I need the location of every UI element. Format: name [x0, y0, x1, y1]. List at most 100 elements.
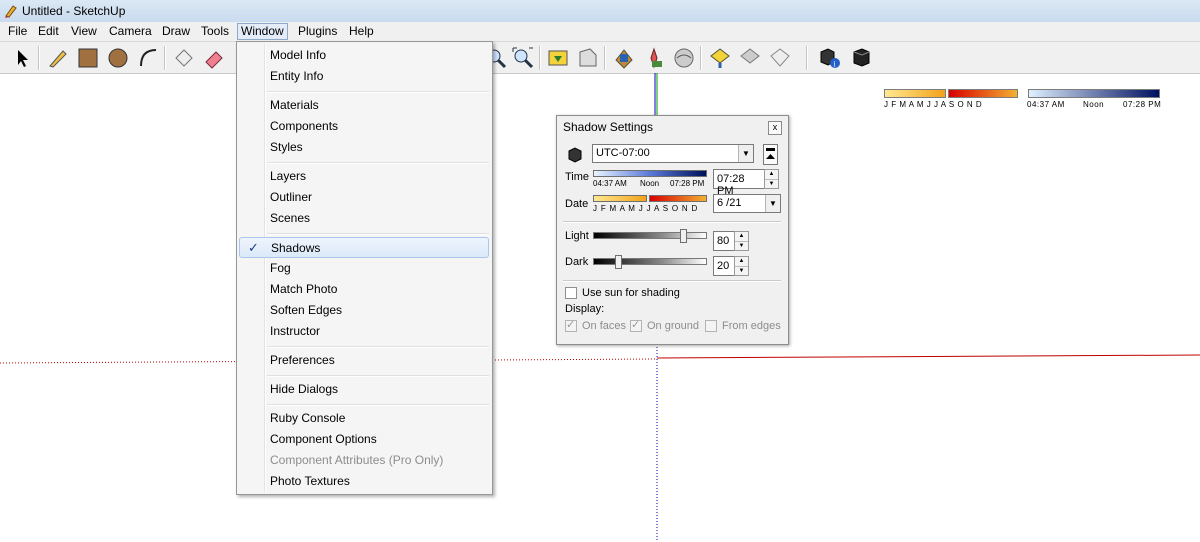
place-model-icon[interactable]: [642, 46, 666, 70]
menu-plugins[interactable]: Plugins: [296, 24, 339, 38]
menu-item-instructor[interactable]: Instructor: [239, 321, 489, 341]
toolbar-separator: [38, 46, 40, 70]
arc-icon[interactable]: [136, 46, 160, 70]
time-slider[interactable]: [593, 170, 707, 177]
menu-item-label: Match Photo: [270, 282, 338, 296]
light-spinner[interactable]: ▲ ▼: [734, 231, 749, 251]
collapse-toggle-button[interactable]: [763, 144, 778, 165]
menu-edit[interactable]: Edit: [36, 24, 61, 38]
menu-item-label: Hide Dialogs: [270, 382, 339, 396]
menu-item-materials[interactable]: Materials: [239, 95, 489, 115]
time-field[interactable]: 07:28 PM: [713, 169, 765, 197]
light-slider-track[interactable]: [593, 232, 707, 239]
menu-item-label: Layers: [270, 169, 307, 183]
export-component-icon[interactable]: [768, 46, 792, 70]
menu-item-label: Component Options: [270, 432, 377, 446]
date-select[interactable]: 6 /21 ▼: [713, 194, 781, 213]
menu-item-layers[interactable]: Layers: [239, 166, 489, 186]
menu-item-fog[interactable]: Fog: [239, 258, 489, 278]
time-spinner[interactable]: ▲ ▼: [764, 169, 779, 189]
shadow-box-icon: [568, 147, 582, 163]
eraser-icon[interactable]: [202, 46, 226, 70]
menu-tools[interactable]: Tools: [199, 24, 231, 38]
spin-down-icon[interactable]: ▼: [765, 180, 778, 189]
spin-down-icon[interactable]: ▼: [735, 267, 748, 276]
close-icon[interactable]: x: [768, 121, 782, 135]
google-earth-view-icon[interactable]: [612, 46, 636, 70]
get-models-icon[interactable]: [546, 46, 570, 70]
rectangle-icon[interactable]: [76, 46, 100, 70]
menu-item-photo-textures[interactable]: Photo Textures: [239, 471, 489, 491]
timezone-value: UTC-07:00: [596, 147, 650, 159]
menu-item-ruby-console[interactable]: Ruby Console: [239, 408, 489, 428]
menu-item-component-options[interactable]: Component Options: [239, 429, 489, 449]
section-divider: [563, 280, 781, 282]
date-slider-warm[interactable]: [593, 195, 647, 202]
menu-separator: [267, 375, 489, 377]
menu-item-preferences[interactable]: Preferences: [239, 350, 489, 370]
menu-view[interactable]: View: [69, 24, 99, 38]
menu-item-label: Styles: [270, 140, 303, 154]
on-ground-checkbox: ✓: [630, 319, 642, 332]
dark-slider-thumb[interactable]: [615, 255, 622, 269]
menu-item-match-photo[interactable]: Match Photo: [239, 279, 489, 299]
menu-item-label: Model Info: [270, 48, 327, 62]
menu-item-shadows[interactable]: ✓ Shadows: [239, 237, 489, 258]
spin-up-icon[interactable]: ▲: [735, 232, 748, 242]
dark-spinner[interactable]: ▲ ▼: [734, 256, 749, 276]
window-title: Untitled - SketchUp: [22, 4, 126, 18]
time-end-label: 07:28 PM: [670, 179, 705, 188]
red-axis-solid: [656, 354, 1200, 359]
menu-item-hide-dialogs[interactable]: Hide Dialogs: [239, 379, 489, 399]
date-slider-hot[interactable]: [649, 195, 707, 202]
timezone-select[interactable]: UTC-07:00 ▼: [592, 144, 754, 163]
share-component-icon[interactable]: [738, 46, 762, 70]
circle-icon[interactable]: [106, 46, 130, 70]
use-sun-checkbox[interactable]: [565, 287, 577, 299]
display-shadows-icon[interactable]: [850, 46, 874, 70]
menu-camera[interactable]: Camera: [107, 24, 154, 38]
menu-window[interactable]: Window: [237, 23, 288, 40]
menu-item-component-attributes: Component Attributes (Pro Only): [239, 450, 489, 470]
spin-down-icon[interactable]: ▼: [735, 242, 748, 251]
date-value: 6 /21: [717, 197, 742, 209]
menu-item-label: Shadows: [271, 241, 321, 255]
select-arrow-icon[interactable]: [10, 46, 34, 70]
toolbar-separator: [806, 46, 808, 70]
toolbar-separator: [539, 46, 541, 70]
menu-item-outliner[interactable]: Outliner: [239, 187, 489, 207]
menu-file[interactable]: File: [6, 24, 29, 38]
shadow-settings-info-icon[interactable]: i: [818, 46, 842, 70]
dark-slider-track[interactable]: [593, 258, 707, 265]
menu-item-label: Scenes: [270, 211, 311, 225]
menu-separator: [267, 404, 489, 406]
pencil-line-icon[interactable]: [46, 46, 70, 70]
google-earth-toggle-icon[interactable]: [672, 46, 696, 70]
menu-help[interactable]: Help: [347, 24, 376, 38]
spin-up-icon[interactable]: ▲: [765, 170, 778, 180]
menu-draw[interactable]: Draw: [160, 24, 192, 38]
menu-item-label: Ruby Console: [270, 411, 346, 425]
make-component-icon[interactable]: [172, 46, 196, 70]
light-slider-thumb[interactable]: [680, 229, 687, 243]
share-model-icon[interactable]: [576, 46, 600, 70]
menu-item-scenes[interactable]: Scenes: [239, 208, 489, 228]
light-field[interactable]: 80: [713, 231, 735, 251]
menu-item-soften-edges[interactable]: Soften Edges: [239, 300, 489, 320]
collapse-up-icon: [766, 148, 775, 159]
menu-item-components[interactable]: Components: [239, 116, 489, 136]
dark-field[interactable]: 20: [713, 256, 735, 276]
menu-item-styles[interactable]: Styles: [239, 137, 489, 157]
menu-item-entity-info[interactable]: Entity Info: [239, 66, 489, 86]
menu-item-label: Component Attributes (Pro Only): [270, 453, 444, 467]
get-photo-texture-icon[interactable]: [708, 46, 732, 70]
display-label: Display:: [565, 303, 605, 315]
spin-up-icon[interactable]: ▲: [735, 257, 748, 267]
menu-separator: [267, 162, 489, 164]
toolbar-separator: [164, 46, 166, 70]
menu-item-model-info[interactable]: Model Info: [239, 45, 489, 65]
toolbar-separator: [700, 46, 702, 70]
use-sun-label: Use sun for shading: [582, 287, 680, 299]
zoom-extents-icon[interactable]: [511, 46, 535, 70]
date-label: Date: [565, 198, 589, 210]
